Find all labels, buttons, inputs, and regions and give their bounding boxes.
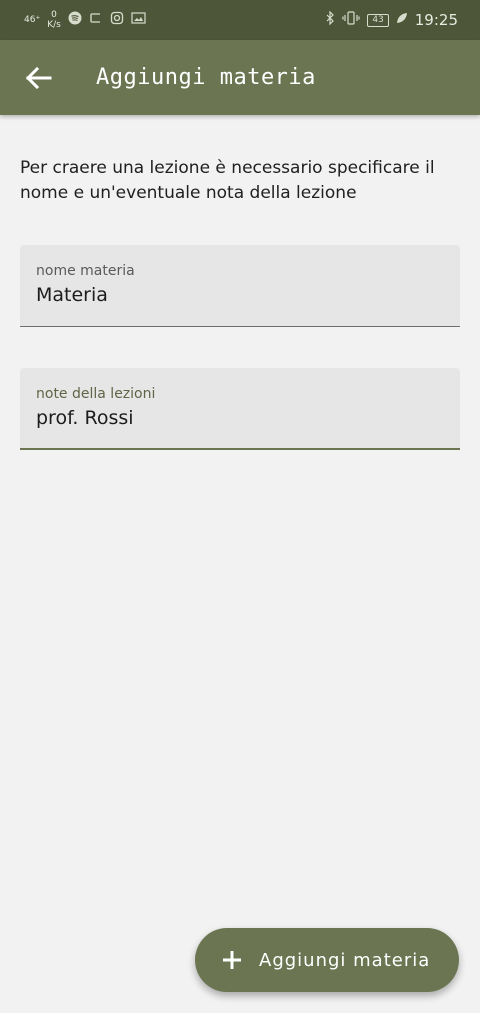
app-bar: Aggiungi materia — [0, 40, 480, 115]
leaf-icon — [396, 12, 408, 28]
subject-name-label: nome materia — [36, 263, 135, 279]
instagram-icon — [110, 11, 124, 29]
net-speed: 0 K/s — [47, 10, 61, 30]
net-speed-unit: K/s — [47, 20, 61, 30]
spotify-icon — [68, 11, 82, 29]
battery-icon: 43 — [367, 13, 389, 27]
page-title: Aggiungi materia — [96, 65, 316, 90]
description-text: Per craere una lezione è necessario spec… — [20, 158, 435, 203]
signal-icon: 46⁺ — [24, 14, 41, 25]
vibrate-icon — [342, 11, 360, 29]
add-subject-button[interactable]: Aggiungi materia — [195, 928, 459, 992]
status-bar: 46⁺ 0 K/s 43 19:25 — [0, 0, 480, 40]
clock: 19:25 — [414, 11, 458, 29]
status-right: 43 19:25 — [325, 10, 458, 29]
add-subject-label: Aggiungi materia — [259, 949, 431, 971]
lesson-notes-field[interactable]: note della lezioni prof. Rossi — [20, 368, 460, 450]
cast-icon — [89, 11, 103, 29]
lesson-notes-label: note della lezioni — [36, 386, 156, 402]
gallery-icon — [131, 11, 146, 29]
subject-name-input[interactable]: Materia — [36, 284, 444, 306]
subject-name-field[interactable]: nome materia Materia — [20, 245, 460, 327]
arrow-back-icon[interactable] — [24, 64, 52, 92]
net-speed-value: 0 — [51, 10, 57, 20]
status-left: 46⁺ 0 K/s — [24, 10, 146, 30]
bluetooth-icon — [325, 10, 335, 29]
plus-icon — [223, 951, 241, 969]
lesson-notes-input[interactable]: prof. Rossi — [36, 407, 444, 429]
